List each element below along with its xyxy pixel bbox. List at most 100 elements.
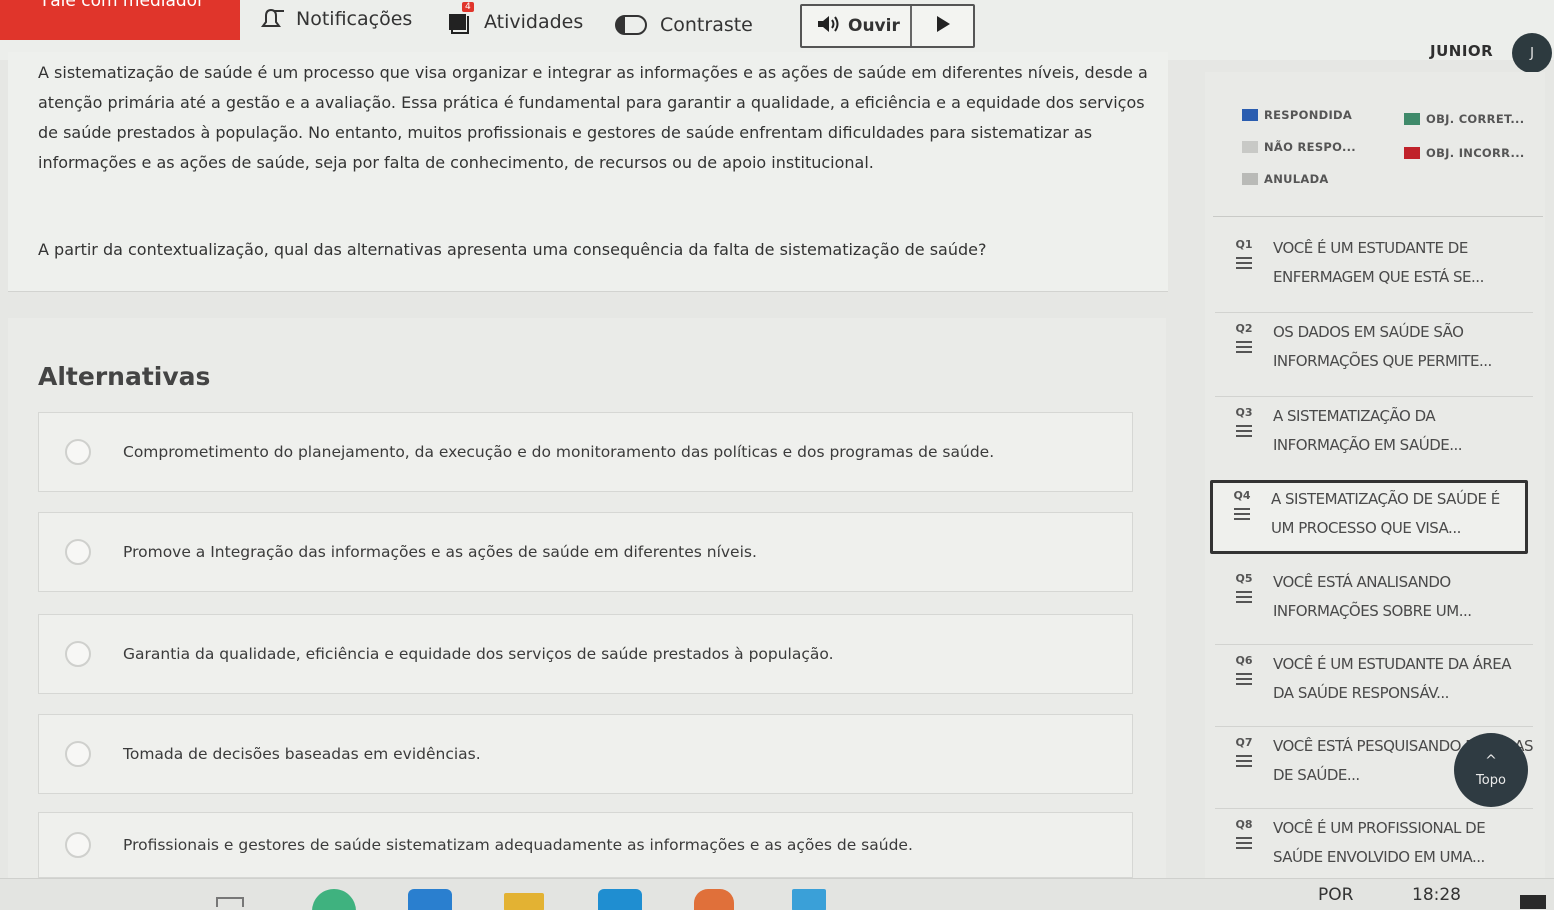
alternative-text: Tomada de decisões baseadas em evidência… (123, 745, 481, 763)
radio-button[interactable] (65, 539, 91, 565)
bell-icon (258, 8, 284, 30)
alternative-option[interactable]: Promove a Integração das informações e a… (38, 512, 1133, 592)
chrome-icon[interactable] (312, 889, 356, 910)
legend-swatch (1404, 147, 1420, 159)
user-name: JUNIOR (1430, 42, 1494, 60)
language-indicator[interactable]: POR (1318, 885, 1353, 905)
clock[interactable]: 18:28 (1412, 885, 1461, 905)
scroll-to-top-button[interactable]: ^ Topo (1454, 733, 1528, 807)
question-nav-item-q6[interactable]: Q6 Você é um estudante da área da saúde … (1215, 648, 1533, 722)
book-icon: 4 (446, 2, 474, 34)
folder-icon[interactable] (504, 893, 544, 910)
divider (1215, 726, 1533, 727)
radio-button[interactable] (65, 741, 91, 767)
question-statement: A sistematização de saúde é um processo … (38, 63, 1148, 172)
contrast-label: Contraste (660, 14, 753, 36)
task-view-icon[interactable] (216, 897, 244, 907)
alternatives-title: Alternativas (38, 362, 211, 391)
question-nav-item-q4[interactable]: Q4 A sistematização de saúde é um proces… (1210, 480, 1528, 554)
legend-label: OBJ. CORRET... (1426, 112, 1525, 126)
app-icon[interactable] (694, 889, 734, 910)
question-nav-text: A sistematização da informação em saúde.… (1273, 407, 1463, 454)
alternative-option[interactable]: Garantia da qualidade, eficiência e equi… (38, 614, 1133, 694)
question-nav-text: A sistematização de saúde é um processo … (1271, 490, 1500, 537)
question-nav-item-q2[interactable]: Q2 Os dados em saúde são informações que… (1215, 316, 1533, 390)
alternative-text: Garantia da qualidade, eficiência e equi… (123, 645, 834, 663)
question-nav-item-q8[interactable]: Q8 Você é um profissional de saúde envol… (1215, 812, 1533, 878)
legend-label: NÃO RESPO... (1264, 140, 1356, 154)
avatar-initial: J (1530, 45, 1534, 61)
question-number: Q5 (1235, 572, 1253, 585)
talk-to-mediator-button[interactable]: Fale com mediador (0, 0, 240, 40)
play-icon (935, 15, 951, 37)
contrast-toggle[interactable]: Contraste (614, 8, 753, 42)
question-nav-text: Você é um profissional de saúde envolvid… (1273, 819, 1486, 866)
legend-divider (1213, 216, 1543, 217)
question-prompt: A partir da contextualização, qual das a… (38, 240, 987, 259)
divider (1215, 312, 1533, 313)
notification-center-icon[interactable] (1520, 895, 1546, 909)
list-icon (1236, 341, 1252, 356)
legend-swatch (1242, 109, 1258, 121)
list-icon (1236, 257, 1252, 272)
contrast-icon (614, 14, 648, 36)
divider (1215, 808, 1533, 809)
legend-label: RESPONDIDA (1264, 108, 1353, 122)
legend-correct: OBJ. CORRET... (1404, 112, 1524, 126)
legend-swatch (1242, 141, 1258, 153)
radio-button[interactable] (65, 641, 91, 667)
question-nav-item-q5[interactable]: Q5 Você está analisando informações sobr… (1215, 566, 1533, 640)
legend-label: ANULADA (1264, 172, 1329, 186)
alternative-text: Promove a Integração das informações e a… (123, 543, 757, 561)
os-taskbar: POR 18:28 (0, 878, 1554, 910)
radio-button[interactable] (65, 832, 91, 858)
store-icon[interactable] (598, 889, 642, 910)
legend-unanswered: NÃO RESPO... (1242, 140, 1356, 154)
question-number: Q1 (1235, 238, 1253, 251)
user-avatar[interactable]: J (1512, 33, 1552, 73)
speaker-icon (816, 15, 842, 38)
question-number: Q3 (1235, 406, 1253, 419)
app-icon[interactable] (792, 889, 826, 910)
radio-button[interactable] (65, 439, 91, 465)
list-icon (1234, 508, 1250, 523)
listen-button[interactable]: Ouvir (802, 6, 912, 46)
legend-swatch (1404, 113, 1420, 125)
question-nav-item-q3[interactable]: Q3 A sistematização da informação em saú… (1215, 400, 1533, 474)
legend-annulled: ANULADA (1242, 172, 1329, 186)
listen-player: Ouvir (800, 4, 975, 48)
chevron-up-icon: ^ (1485, 752, 1497, 769)
divider (1215, 396, 1533, 397)
legend-answered: RESPONDIDA (1242, 108, 1352, 122)
alternative-option[interactable]: Profissionais e gestores de saúde sistem… (38, 812, 1133, 878)
question-number: Q8 (1235, 818, 1253, 831)
question-nav-item-q1[interactable]: Q1 Você é um estudante de enfermagem que… (1215, 232, 1533, 306)
list-icon (1236, 755, 1252, 770)
listen-label: Ouvir (848, 16, 900, 36)
question-number: Q7 (1235, 736, 1253, 749)
scroll-to-top-label: Topo (1476, 772, 1506, 788)
play-button[interactable] (912, 6, 973, 46)
activities-button[interactable]: 4 Atividades (446, 2, 583, 39)
alternative-text: Profissionais e gestores de saúde sistem… (123, 836, 913, 854)
question-nav-text: Você está analisando informações sobre u… (1273, 573, 1472, 620)
divider (1215, 644, 1533, 645)
notifications-button[interactable]: Notificações (258, 2, 412, 36)
activities-badge: 4 (462, 2, 474, 12)
question-nav-text: Os dados em saúde são informações que pe… (1273, 323, 1492, 370)
alternative-option[interactable]: Tomada de decisões baseadas em evidência… (38, 714, 1133, 794)
question-number: Q6 (1235, 654, 1253, 667)
talk-to-mediator-label: Fale com mediador (42, 0, 205, 11)
list-icon (1236, 425, 1252, 440)
question-nav-text: Você é um estudante da área da saúde res… (1273, 655, 1512, 702)
question-number: Q2 (1235, 322, 1253, 335)
question-nav-text: Você é um estudante de enfermagem que es… (1273, 239, 1484, 286)
alternatives-panel (8, 318, 1166, 878)
notifications-label: Notificações (296, 8, 413, 30)
edge-icon[interactable] (408, 889, 452, 910)
list-icon (1236, 837, 1252, 852)
list-icon (1236, 673, 1252, 688)
alternative-text: Comprometimento do planejamento, da exec… (123, 443, 995, 461)
list-icon (1236, 591, 1252, 606)
alternative-option[interactable]: Comprometimento do planejamento, da exec… (38, 412, 1133, 492)
